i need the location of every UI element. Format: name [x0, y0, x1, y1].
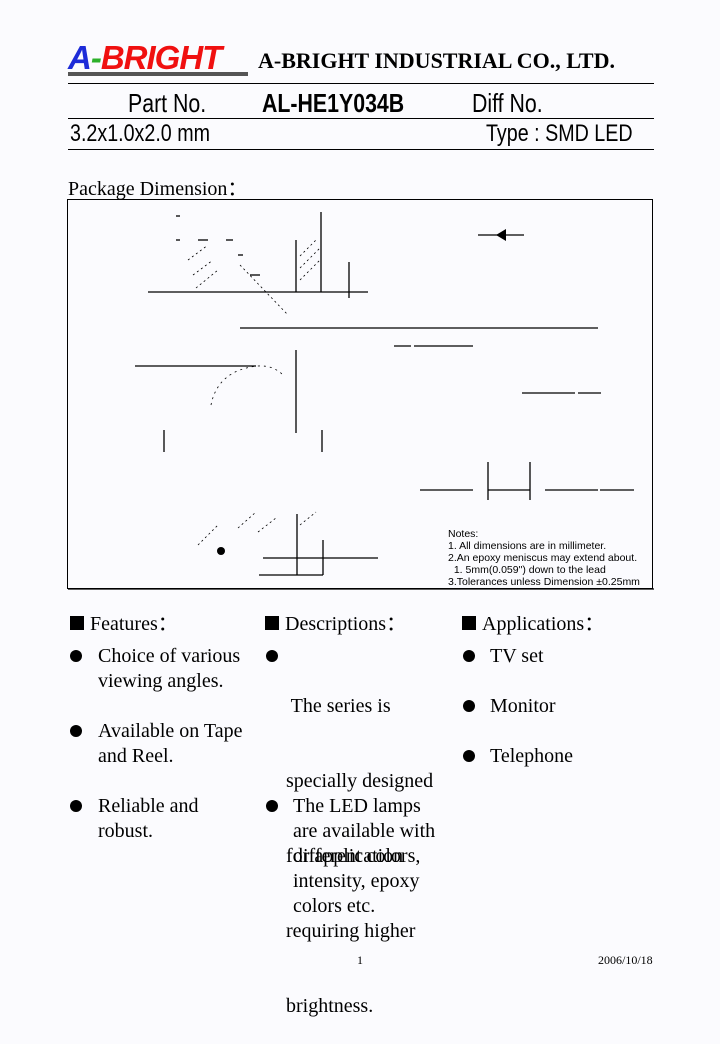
notes-title: Notes:: [448, 528, 479, 540]
bullet-icon: [463, 650, 475, 662]
hatch-line: [257, 517, 277, 533]
divider: [68, 118, 654, 119]
square-bullet-icon: [70, 616, 84, 630]
logo-dash: -: [90, 39, 102, 76]
features-title: Features：: [90, 613, 178, 635]
feature-item: Available on Tape and Reel.: [98, 719, 242, 769]
feature-item: Reliable and robust.: [98, 794, 199, 844]
dimension-leader: [239, 264, 289, 316]
square-bullet-icon: [462, 616, 476, 630]
feature-item: Choice of various viewing angles.: [98, 644, 240, 694]
bullet-icon: [70, 800, 82, 812]
feature-line: Choice of various: [98, 645, 241, 667]
square-bullet-icon: [265, 616, 279, 630]
bullet-icon: [266, 650, 278, 662]
description-line: The LED lamps: [293, 795, 421, 817]
application-item: Monitor: [490, 695, 556, 717]
bullet-icon: [70, 725, 82, 737]
diode-symbol: [496, 229, 506, 241]
divider: [68, 83, 654, 84]
feature-line: robust.: [98, 820, 153, 842]
hatch-line: [299, 259, 321, 281]
features-heading: Features：: [70, 607, 178, 636]
part-no-label: Part No.: [128, 88, 207, 118]
hatch-line: [237, 511, 257, 529]
bullet-icon: [70, 650, 82, 662]
bullet-icon: [463, 750, 475, 762]
document-date: 2006/10/18: [598, 953, 653, 967]
applications-title: Applications：: [482, 613, 605, 635]
page-number: 1: [357, 953, 363, 967]
logo-bright: BRIGHT: [100, 39, 222, 76]
description-line: The series is: [286, 695, 391, 717]
description-line: brightness.: [286, 995, 374, 1017]
type-text: Type : SMD LED: [486, 120, 633, 147]
application-item: TV set: [490, 645, 544, 667]
part-no-value: AL-HE1Y034B: [262, 88, 405, 118]
description-line: colors etc.: [293, 895, 376, 917]
hatch-line: [192, 259, 214, 276]
curve-line: [210, 365, 284, 406]
description-line: are available with: [293, 820, 436, 842]
hatch-line: [187, 244, 209, 261]
hatch-line: [197, 524, 219, 546]
hatch-line: [299, 247, 321, 269]
polarity-mark: [217, 547, 225, 555]
dimensions-text: 3.2x1.0x2.0 mm: [70, 120, 211, 147]
applications-heading: Applications：: [462, 607, 604, 636]
company-name: A-BRIGHT INDUSTRIAL CO., LTD.: [258, 48, 615, 73]
description-line: intensity, epoxy: [293, 870, 420, 892]
application-item: Telephone: [490, 745, 574, 767]
description-line: specially designed: [286, 770, 434, 792]
logo-letter-a: A: [68, 39, 92, 76]
hatch-line: [299, 239, 317, 257]
description-line: requiring higher: [286, 920, 416, 942]
description-line: different colors,: [293, 845, 421, 867]
bullet-icon: [463, 700, 475, 712]
feature-line: Reliable and: [98, 795, 199, 817]
logo-underline: [68, 72, 248, 76]
divider: [68, 149, 654, 150]
package-dimension-title: Package Dimension：: [68, 178, 248, 200]
note-1: 1. All dimensions are in millimeter.: [448, 540, 607, 552]
feature-line: Available on Tape: [98, 720, 243, 742]
note-2-cont: 1. 5mm(0.059") down to the lead: [448, 564, 606, 576]
feature-line: viewing angles.: [98, 670, 224, 692]
descriptions-title: Descriptions：: [285, 613, 407, 635]
hatch-line: [299, 511, 317, 526]
feature-line: and Reel.: [98, 745, 174, 767]
description-item: The LED lamps are available with differe…: [293, 794, 435, 919]
company-logo: A-BRIGHT: [68, 40, 252, 76]
descriptions-heading: Descriptions：: [265, 607, 406, 636]
bullet-icon: [266, 800, 278, 812]
diff-no-label: Diff No.: [472, 88, 543, 118]
drawing-notes: Notes: 1. All dimensions are in millimet…: [448, 528, 640, 588]
note-3: 3.Tolerances unless Dimension ±0.25mm: [448, 576, 640, 588]
note-2: 2.An epoxy meniscus may extend about.: [448, 552, 638, 564]
hatch-line: [195, 269, 219, 289]
